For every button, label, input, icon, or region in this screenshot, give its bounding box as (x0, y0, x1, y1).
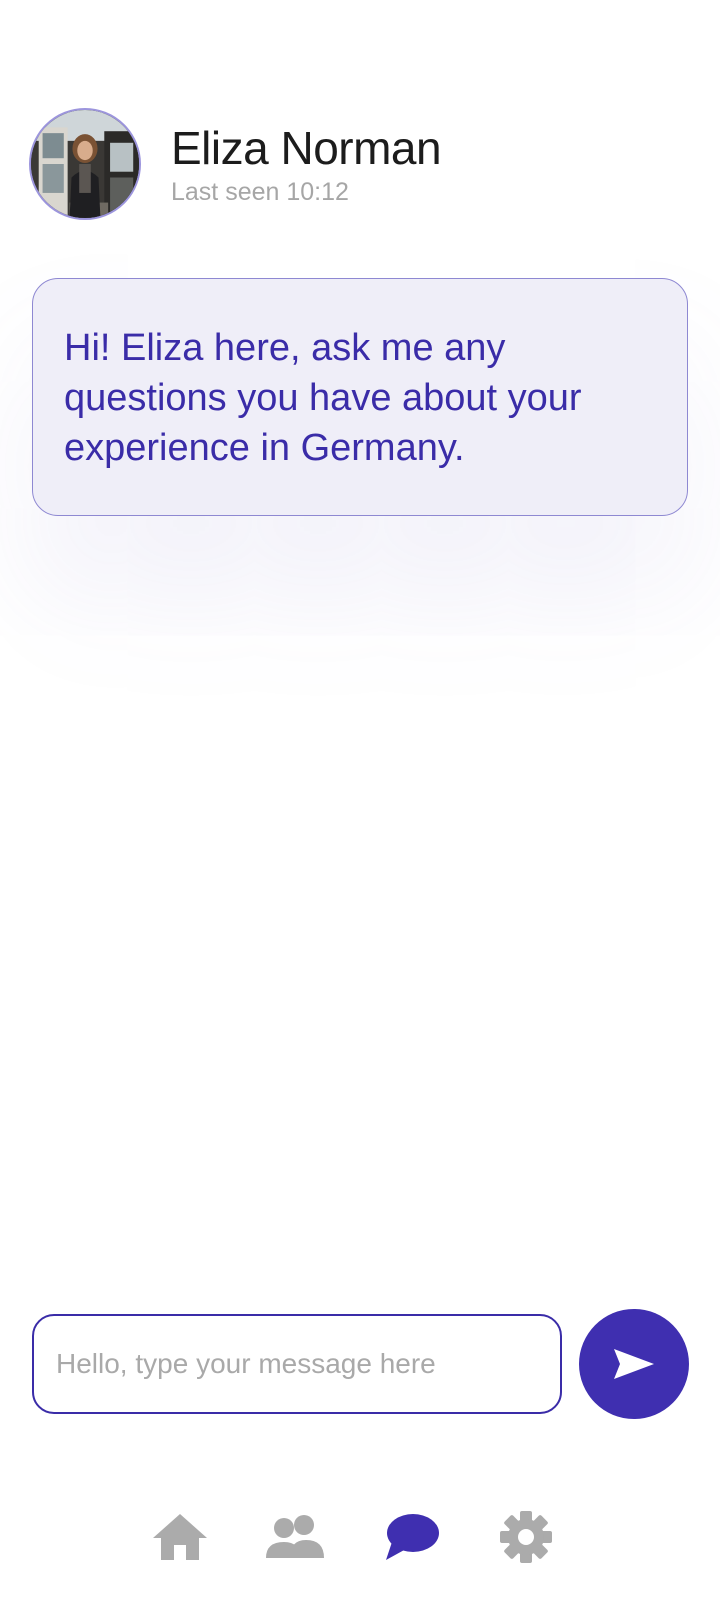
incoming-message-bubble: Hi! Eliza here, ask me any questions you… (32, 278, 688, 516)
chat-screen: Eliza Norman Last seen 10:12 Hi! Eliza h… (0, 0, 720, 1600)
send-button[interactable] (579, 1309, 689, 1419)
last-seen-status: Last seen 10:12 (171, 177, 349, 206)
home-icon (153, 1514, 207, 1560)
contact-info: Eliza Norman Last seen 10:12 (171, 121, 442, 207)
message-input[interactable] (32, 1314, 562, 1414)
chat-header: Eliza Norman Last seen 10:12 (29, 108, 442, 220)
nav-settings[interactable] (491, 1505, 561, 1569)
send-icon (614, 1349, 654, 1379)
message-composer (32, 1309, 689, 1419)
gear-icon (500, 1511, 552, 1563)
nav-people[interactable] (260, 1505, 330, 1569)
avatar[interactable] (29, 108, 141, 220)
message-text: Hi! Eliza here, ask me any questions you… (64, 327, 582, 469)
nav-home[interactable] (145, 1505, 215, 1569)
bottom-navigation (0, 1505, 720, 1569)
avatar-photo (31, 110, 139, 218)
people-icon (266, 1515, 324, 1558)
contact-name: Eliza Norman (171, 121, 442, 174)
nav-chat[interactable] (376, 1505, 446, 1569)
chat-icon (386, 1514, 439, 1560)
